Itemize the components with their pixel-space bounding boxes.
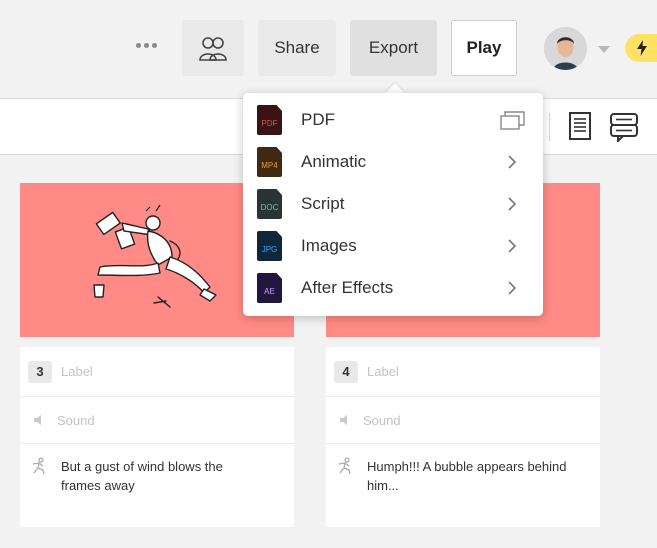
label-field[interactable]: Label — [367, 364, 399, 379]
action-row[interactable]: But a gust of wind blows the frames away — [20, 444, 294, 527]
chevron-right-icon — [508, 155, 517, 169]
export-menu-item-animatic[interactable]: MP4 Animatic — [243, 141, 543, 183]
sound-field[interactable]: Sound — [363, 413, 401, 428]
export-menu-item-pdf[interactable]: PDF PDF — [243, 99, 543, 141]
label-field[interactable]: Label — [61, 364, 93, 379]
menu-item-label: After Effects — [301, 278, 394, 297]
play-button[interactable]: Play — [451, 20, 517, 76]
menu-item-label: Script — [301, 194, 345, 213]
action-text[interactable]: But a gust of wind blows the frames away — [61, 457, 261, 495]
doc-file-icon: DOC — [257, 189, 282, 219]
menu-item-label: Images — [301, 236, 357, 255]
avatar[interactable] — [544, 27, 587, 70]
account-menu-caret-icon[interactable] — [598, 46, 610, 53]
more-dots-icon[interactable] — [136, 38, 160, 52]
export-menu-item-after-effects[interactable]: AE After Effects — [243, 267, 543, 309]
export-menu-item-script[interactable]: DOC Script — [243, 183, 543, 225]
action-row[interactable]: Humph!!! A bubble appears behind him... — [326, 444, 600, 527]
export-menu-item-images[interactable]: JPG Images — [243, 225, 543, 267]
sound-row[interactable]: Sound — [326, 397, 600, 444]
collaborators-icon — [199, 37, 227, 61]
speaker-icon — [340, 415, 347, 425]
ae-file-icon: AE — [257, 273, 282, 303]
frame-number-badge: 3 — [28, 360, 52, 383]
speaker-icon — [34, 415, 41, 425]
menu-item-label: PDF — [301, 110, 335, 129]
top-bar: Share Export Play — [0, 0, 657, 98]
upgrade-badge[interactable] — [625, 34, 657, 62]
comments-icon[interactable] — [609, 112, 639, 142]
action-figure-icon — [338, 457, 351, 475]
action-figure-icon — [32, 457, 45, 475]
mp4-file-icon: MP4 — [257, 147, 282, 177]
toolbar-divider — [549, 113, 550, 141]
frame-number-badge: 4 — [334, 360, 358, 383]
export-button[interactable]: Export — [350, 20, 437, 76]
label-row[interactable]: 3 Label — [20, 347, 294, 397]
chevron-right-icon — [508, 197, 517, 211]
label-row[interactable]: 4 Label — [326, 347, 600, 397]
collaborators-button[interactable] — [182, 20, 244, 76]
export-menu: PDF PDF MP4 Animatic DOC Script JPG Imag… — [243, 93, 543, 316]
chevron-right-icon — [508, 239, 517, 253]
script-view-icon[interactable] — [569, 112, 591, 140]
duplicate-icon — [500, 111, 525, 130]
action-text[interactable]: Humph!!! A bubble appears behind him... — [367, 457, 567, 495]
frame-details: 3 Label Sound But a gust of wind blows t… — [20, 347, 294, 527]
frame-details: 4 Label Sound Humph!!! A bubble appears … — [326, 347, 600, 527]
sound-row[interactable]: Sound — [20, 397, 294, 444]
jpg-file-icon: JPG — [257, 231, 282, 261]
pdf-file-icon: PDF — [257, 105, 282, 135]
lightning-icon — [637, 40, 647, 56]
chevron-right-icon — [508, 281, 517, 295]
sound-field[interactable]: Sound — [57, 413, 95, 428]
menu-item-label: Animatic — [301, 152, 367, 171]
share-button[interactable]: Share — [258, 20, 336, 76]
